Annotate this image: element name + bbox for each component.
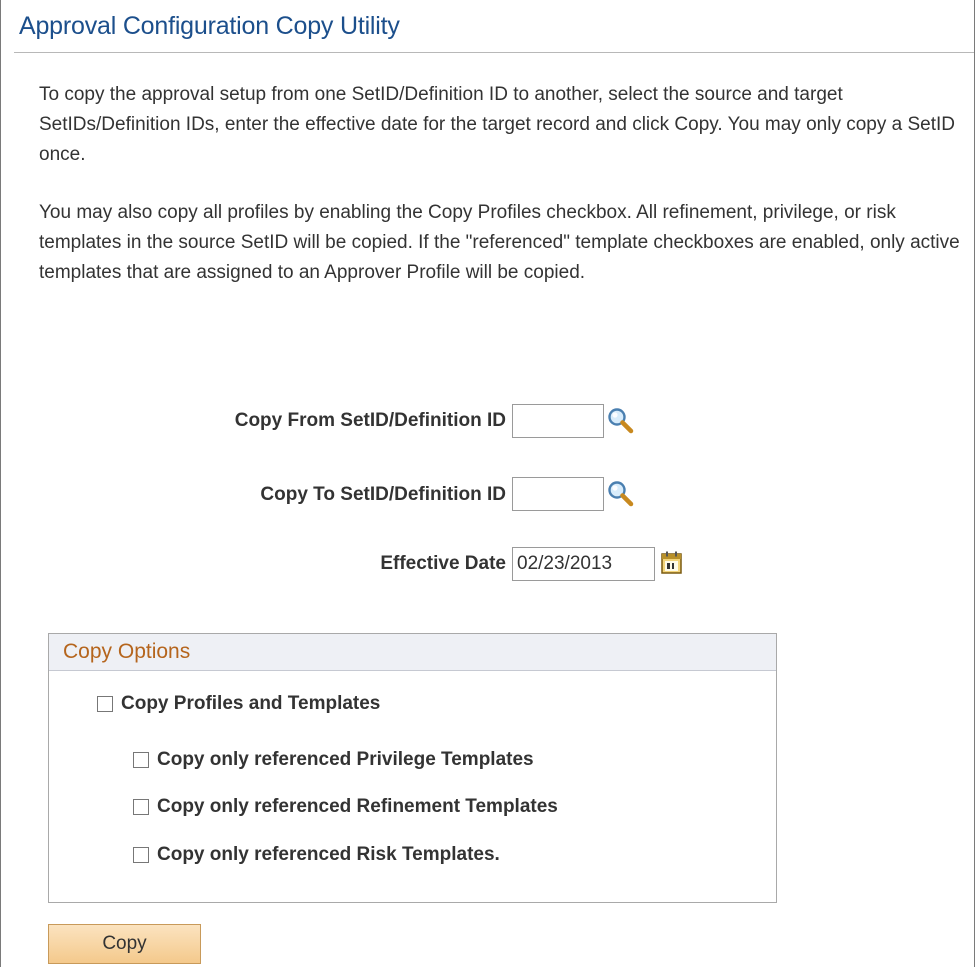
effective-date-input[interactable] (512, 547, 655, 581)
instructions-paragraph-1: To copy the approval setup from one SetI… (39, 84, 955, 165)
copy-privilege-row: Copy only referenced Privilege Templates (133, 749, 534, 771)
copy-from-lookup-icon[interactable] (606, 406, 636, 439)
instructions-paragraph-2: You may also copy all profiles by enabli… (39, 202, 960, 283)
copy-to-input[interactable] (512, 477, 604, 511)
copy-from-label: Copy From SetID/Definition ID (234, 410, 506, 431)
copy-refinement-label: Copy only referenced Refinement Template… (157, 796, 558, 817)
copy-risk-label: Copy only referenced Risk Templates. (157, 844, 500, 865)
copy-risk-checkbox[interactable] (133, 847, 149, 863)
copy-risk-row: Copy only referenced Risk Templates. (133, 844, 500, 866)
calendar-icon[interactable] (661, 551, 683, 580)
copy-options-group: Copy Options Copy Profiles and Templates… (48, 633, 777, 903)
copy-to-lookup-icon[interactable] (606, 479, 636, 512)
effective-date-label: Effective Date (380, 553, 506, 574)
copy-from-input[interactable] (512, 404, 604, 438)
copy-privilege-label: Copy only referenced Privilege Templates (157, 749, 534, 770)
copy-privilege-checkbox[interactable] (133, 752, 149, 768)
copy-profiles-checkbox[interactable] (97, 696, 113, 712)
title-divider (14, 52, 974, 53)
copy-button[interactable]: Copy (48, 924, 201, 964)
copy-refinement-row: Copy only referenced Refinement Template… (133, 796, 558, 818)
copy-options-header: Copy Options (49, 634, 776, 671)
copy-profiles-label: Copy Profiles and Templates (121, 693, 381, 714)
copy-refinement-checkbox[interactable] (133, 799, 149, 815)
copy-to-label: Copy To SetID/Definition ID (260, 484, 506, 505)
copy-profiles-row: Copy Profiles and Templates (97, 693, 380, 715)
page-title: Approval Configuration Copy Utility (19, 12, 400, 40)
